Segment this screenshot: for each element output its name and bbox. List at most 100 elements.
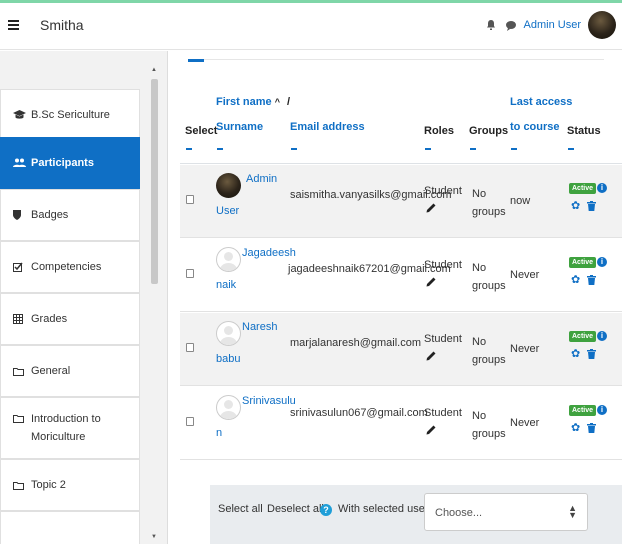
header-last-access[interactable]: Last access to course: [510, 95, 572, 135]
trash-icon[interactable]: [587, 201, 596, 211]
drawer-item-topic-2[interactable]: Topic 2: [0, 459, 140, 511]
folder-icon: [13, 367, 27, 376]
info-icon[interactable]: i: [597, 257, 607, 267]
trash-icon[interactable]: [587, 349, 596, 359]
trash-icon[interactable]: [587, 275, 596, 285]
gear-icon[interactable]: ✿: [571, 423, 581, 434]
sort-toggle-select[interactable]: [186, 148, 192, 150]
row-select-checkbox[interactable]: [186, 343, 194, 352]
role-cell: Student: [424, 333, 462, 345]
status-badge: Active: [569, 257, 597, 268]
sort-toggle-status[interactable]: [568, 148, 574, 150]
scroll-down-arrow-icon[interactable]: ▼: [151, 534, 157, 540]
last-access-cell: Never: [510, 269, 540, 281]
row-select-checkbox[interactable]: [186, 417, 194, 426]
info-icon[interactable]: i: [597, 183, 607, 193]
row-select-checkbox[interactable]: [186, 195, 194, 204]
header-surname[interactable]: Surname: [216, 120, 263, 135]
avatar[interactable]: [216, 321, 241, 346]
header-roles: Roles: [424, 125, 454, 137]
folder-icon: [13, 481, 27, 490]
gear-icon[interactable]: ✿: [571, 349, 581, 360]
drawer-item-badges[interactable]: Badges: [0, 189, 140, 241]
pencil-icon[interactable]: [426, 351, 436, 361]
role-cell: Student: [424, 407, 462, 419]
bulk-action-select[interactable]: Choose... ▲ ▼: [424, 493, 588, 531]
drawer-scrollbar[interactable]: ▲ ▼: [149, 51, 159, 544]
table-row: Admin User saismitha.vanyasilks@gmail.co…: [180, 165, 622, 238]
deselect-all-button[interactable]: Deselect all: [267, 503, 324, 515]
first-name-link[interactable]: Srinivasulu: [242, 395, 296, 407]
help-icon[interactable]: ?: [320, 504, 332, 516]
site-name[interactable]: Smitha: [40, 17, 84, 33]
role-cell: Student: [424, 259, 462, 271]
surname-link[interactable]: naik: [216, 279, 236, 291]
pencil-icon[interactable]: [426, 425, 436, 435]
surname-link[interactable]: User: [216, 205, 239, 217]
groups-cell: No groups: [472, 262, 506, 292]
drawer-item-competencies[interactable]: Competencies: [0, 241, 140, 293]
bell-icon[interactable]: [486, 19, 498, 31]
sort-toggle-email[interactable]: [291, 148, 297, 150]
drawer-item-introduction[interactable]: Introduction to Moriculture: [0, 397, 140, 459]
status-badge: Active: [569, 183, 597, 194]
drawer-item-general[interactable]: General: [0, 345, 140, 397]
groups-cell: No groups: [472, 188, 506, 218]
drawer-item-participants[interactable]: Participants: [0, 137, 140, 189]
pencil-icon[interactable]: [426, 203, 436, 213]
header-email[interactable]: Email address: [290, 120, 365, 135]
first-name-link[interactable]: Jagadeesh: [242, 247, 296, 259]
header-status: Status: [567, 125, 601, 137]
sort-toggle-groups[interactable]: [470, 148, 476, 150]
first-name-link[interactable]: Naresh: [242, 321, 277, 333]
graduation-cap-icon: [13, 110, 27, 120]
select-all-button[interactable]: Select all: [218, 503, 263, 515]
surname-link[interactable]: babu: [216, 353, 240, 365]
drawer-item-label: Introduction to Moriculture: [31, 413, 101, 443]
tab-indicator: [188, 59, 204, 62]
scroll-up-arrow-icon[interactable]: ▲: [151, 67, 157, 73]
groups-cell: No groups: [472, 336, 506, 366]
top-navbar: Smitha Admin User: [0, 0, 622, 50]
avatar[interactable]: [216, 247, 241, 272]
drawer-item-label: Competencies: [31, 261, 102, 273]
avatar[interactable]: [216, 395, 241, 420]
header-select: Select: [185, 125, 218, 137]
status-badge: Active: [569, 405, 597, 416]
avatar[interactable]: [216, 173, 241, 198]
first-name-link[interactable]: Admin: [246, 173, 277, 185]
drawer-item-grades[interactable]: Grades: [0, 293, 140, 345]
table-row: Srinivasulu n srinivasulun067@gmail.com …: [180, 387, 622, 460]
sort-toggle-name[interactable]: [217, 148, 223, 150]
row-select-checkbox[interactable]: [186, 269, 194, 278]
sort-toggle-roles[interactable]: [425, 148, 431, 150]
table-icon: [13, 314, 27, 324]
info-icon[interactable]: i: [597, 331, 607, 341]
hamburger-menu-icon[interactable]: [8, 20, 19, 30]
info-icon[interactable]: i: [597, 405, 607, 415]
gear-icon[interactable]: ✿: [571, 275, 581, 286]
drawer-item-label: Topic 2: [31, 479, 66, 491]
pencil-icon[interactable]: [426, 277, 436, 287]
trash-icon[interactable]: [587, 423, 596, 433]
select-value: Choose...: [435, 507, 483, 519]
drawer-item-course[interactable]: B.Sc Sericulture: [0, 89, 140, 141]
message-icon[interactable]: [505, 19, 517, 31]
status-badge: Active: [569, 331, 597, 342]
user-menu: Admin User: [486, 11, 616, 39]
table-row: Naresh babu marjalanaresh@gmail.com Stud…: [180, 313, 622, 386]
select-updown-icon: ▲ ▼: [568, 503, 577, 520]
drawer-item-partial[interactable]: [0, 511, 140, 544]
drawer-item-label: Grades: [31, 313, 68, 325]
sort-toggle-access[interactable]: [511, 148, 517, 150]
header-first-name[interactable]: First name ^ /: [216, 95, 290, 110]
folder-icon: [13, 414, 27, 423]
drawer-item-label: Participants: [31, 157, 94, 169]
last-access-cell: Never: [510, 343, 540, 355]
header-divider: [180, 163, 622, 164]
surname-link[interactable]: n: [216, 427, 222, 439]
gear-icon[interactable]: ✿: [571, 201, 581, 212]
user-name-link[interactable]: Admin User: [524, 19, 581, 31]
scroll-thumb[interactable]: [151, 79, 158, 284]
user-avatar[interactable]: [588, 11, 616, 39]
